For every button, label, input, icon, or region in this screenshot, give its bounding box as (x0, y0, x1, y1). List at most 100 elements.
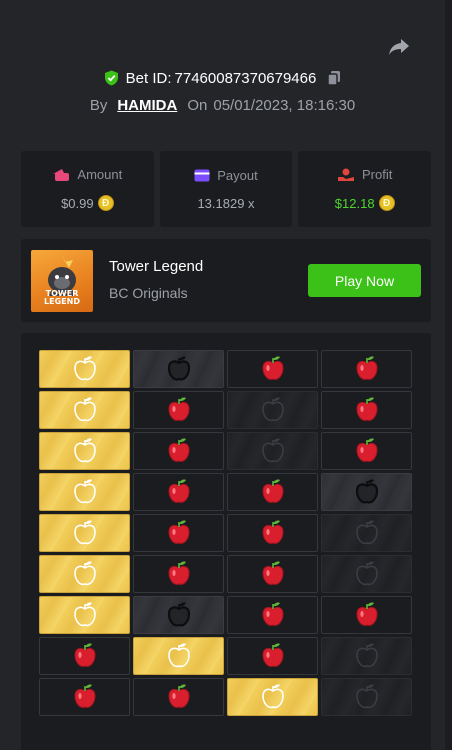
hidden-apple-icon (355, 561, 378, 586)
tile-r9-c1[interactable] (39, 678, 130, 716)
wallet-icon (53, 168, 70, 181)
tile-r8-c1[interactable] (39, 637, 130, 675)
hidden-apple-icon (355, 643, 378, 668)
tile-r1-c4[interactable] (321, 350, 412, 388)
coin-icon: Ð (97, 195, 114, 211)
golden-apple-icon (167, 643, 190, 668)
golden-apple-icon (73, 561, 96, 586)
apple-icon (167, 561, 190, 585)
copy-icon (327, 71, 341, 86)
thumb-line-2: LEGEND (44, 297, 80, 306)
tile-r3-c4[interactable] (321, 432, 412, 470)
tile-r2-c4[interactable] (321, 391, 412, 429)
golden-apple-icon (73, 397, 96, 422)
bet-id-label: Bet ID: (125, 69, 172, 87)
tile-r8-c3[interactable] (227, 637, 318, 675)
profit-value: $12.18 (334, 195, 375, 211)
tower-grid (39, 350, 412, 716)
golden-apple-icon (73, 438, 96, 463)
apple-icon (261, 356, 284, 380)
tile-r9-c4[interactable] (321, 678, 412, 716)
bet-id-value: 77460087370679466 (174, 69, 317, 87)
tile-r5-c1[interactable] (39, 514, 130, 552)
tile-r8-c4[interactable] (321, 637, 412, 675)
share-button[interactable] (385, 34, 413, 60)
apple-icon (261, 602, 284, 626)
apple-icon (261, 643, 284, 667)
rotten-apple-icon (355, 479, 378, 504)
tile-r6-c2[interactable] (133, 555, 224, 593)
hand-coin-icon (338, 168, 354, 181)
coin-icon: Ð (378, 195, 395, 211)
play-now-button[interactable]: Play Now (308, 264, 421, 297)
tile-r7-c4[interactable] (321, 596, 412, 634)
tile-r2-c2[interactable] (133, 391, 224, 429)
tile-r8-c2[interactable] (133, 637, 224, 675)
amount-label: Amount (77, 167, 123, 182)
tile-r4-c1[interactable] (39, 473, 130, 511)
golden-apple-icon (73, 602, 96, 627)
tile-r5-c3[interactable] (227, 514, 318, 552)
tile-r2-c3[interactable] (227, 391, 318, 429)
shield-check-icon (104, 70, 118, 86)
on-label: On (187, 96, 208, 114)
hidden-apple-icon (261, 438, 284, 463)
tile-r3-c3[interactable] (227, 432, 318, 470)
game-provider: BC Originals (109, 285, 188, 301)
payout-card: Payout 13.1829 x (159, 151, 293, 227)
tile-r9-c2[interactable] (133, 678, 224, 716)
golden-apple-icon (73, 356, 96, 381)
apple-icon (355, 397, 378, 421)
profit-label: Profit (362, 167, 393, 182)
payout-label: Payout (217, 167, 258, 183)
apple-icon (167, 438, 190, 462)
tile-r1-c2[interactable] (133, 350, 224, 388)
tile-r5-c4[interactable] (321, 514, 412, 552)
game-thumbnail[interactable]: TOWER LEGEND (31, 250, 93, 312)
rotten-apple-icon (167, 356, 190, 381)
tile-r4-c4[interactable] (321, 473, 412, 511)
rotten-apple-icon (167, 602, 190, 627)
apple-icon (73, 684, 96, 708)
apple-icon (355, 356, 378, 380)
hidden-apple-icon (261, 397, 284, 422)
amount-value: $0.99 (61, 195, 94, 211)
tile-r6-c1[interactable] (39, 555, 130, 593)
tile-r4-c2[interactable] (133, 473, 224, 511)
bet-meta-row: By HAMIDA On 05/01/2023, 18:16:30 (0, 95, 445, 115)
golden-apple-icon (73, 520, 96, 545)
golden-apple-icon (261, 684, 284, 709)
game-title[interactable]: Tower Legend (109, 258, 203, 275)
tile-r9-c3[interactable] (227, 678, 318, 716)
bet-id-row: Bet ID: 77460087370679466 (0, 67, 445, 89)
tile-r4-c3[interactable] (227, 473, 318, 511)
apple-icon (167, 520, 190, 544)
username-link[interactable]: HAMIDA (117, 97, 177, 114)
share-icon (389, 39, 409, 55)
golden-apple-icon (73, 479, 96, 504)
tile-r7-c2[interactable] (133, 596, 224, 634)
tile-r2-c1[interactable] (39, 391, 130, 429)
apple-icon (73, 643, 96, 667)
tile-r1-c3[interactable] (227, 350, 318, 388)
tile-r1-c1[interactable] (39, 350, 130, 388)
game-card: TOWER LEGEND Tower Legend BC Originals P… (21, 239, 431, 322)
tile-r6-c3[interactable] (227, 555, 318, 593)
scroll-edge (445, 0, 452, 750)
copy-button[interactable] (327, 70, 341, 86)
apple-icon (167, 397, 190, 421)
tile-r3-c2[interactable] (133, 432, 224, 470)
tile-r7-c3[interactable] (227, 596, 318, 634)
apple-icon (355, 602, 378, 626)
tile-r7-c1[interactable] (39, 596, 130, 634)
tile-r5-c2[interactable] (133, 514, 224, 552)
profit-card: Profit $12.18 Ð (298, 151, 432, 227)
apple-icon (261, 520, 284, 544)
by-label: By (89, 96, 108, 114)
stats-row: Amount $0.99 Ð Payout 13.1829 x Profit $… (21, 151, 432, 227)
hidden-apple-icon (355, 520, 378, 545)
tile-r6-c4[interactable] (321, 555, 412, 593)
payout-value: 13.1829 x (197, 195, 255, 211)
tile-r3-c1[interactable] (39, 432, 130, 470)
apple-icon (261, 561, 284, 585)
